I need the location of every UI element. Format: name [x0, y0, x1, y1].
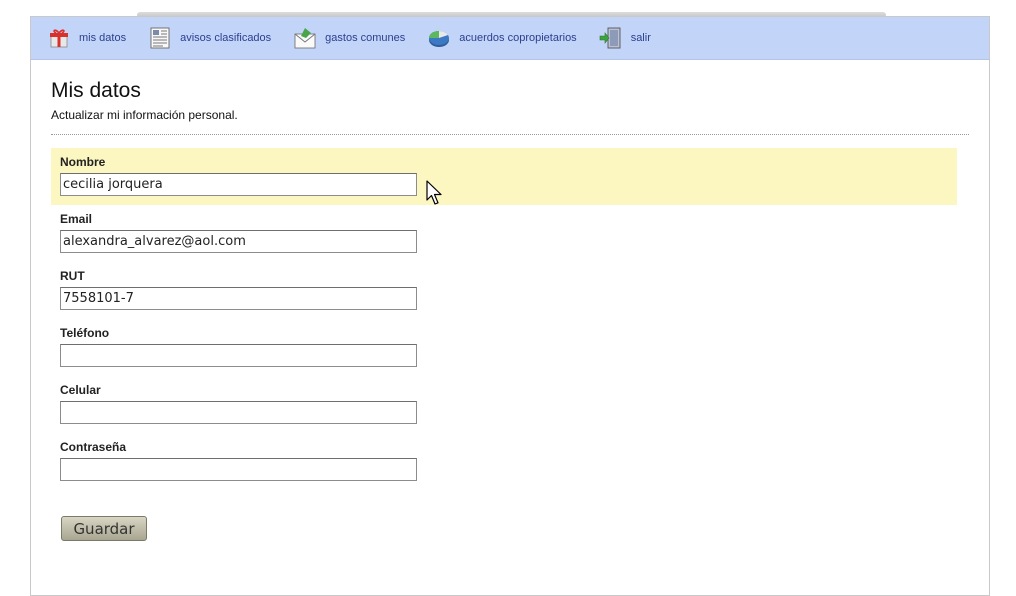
nav-item-avisos-clasificados[interactable]: avisos clasificados	[148, 26, 271, 50]
profile-form: Nombre Email RUT Teléfono Celular Contra…	[51, 148, 969, 541]
exit-door-icon	[599, 26, 623, 50]
nav-label: avisos clasificados	[180, 32, 272, 44]
celular-label: Celular	[60, 383, 101, 397]
email-input[interactable]	[60, 230, 417, 253]
envelope-icon	[293, 26, 317, 50]
divider	[51, 134, 969, 135]
celular-input[interactable]	[60, 401, 417, 424]
telefono-label: Teléfono	[60, 326, 110, 340]
field-celular: Celular	[51, 376, 957, 433]
save-button[interactable]: Guardar	[61, 516, 147, 541]
rut-input[interactable]	[60, 287, 417, 310]
gift-box-icon	[47, 26, 71, 50]
nav-label: acuerdos copropietarios	[459, 32, 577, 44]
contrasena-input[interactable]	[60, 458, 417, 481]
telefono-input[interactable]	[60, 344, 417, 367]
nav-label: gastos comunes	[325, 32, 406, 44]
nav-label: salir	[630, 32, 651, 44]
newspaper-icon	[148, 26, 172, 50]
nav-item-gastos-comunes[interactable]: gastos comunes	[293, 26, 405, 50]
nav-item-acuerdos-copropietarios[interactable]: acuerdos copropietarios	[427, 26, 577, 50]
nombre-input[interactable]	[60, 173, 417, 196]
field-nombre: Nombre	[51, 148, 957, 205]
field-rut: RUT	[51, 262, 957, 319]
navbar: mis datos avisos clasificados gastos com…	[31, 17, 989, 60]
page-container: mis datos avisos clasificados gastos com…	[30, 16, 990, 596]
main-content: Mis datos Actualizar mi información pers…	[31, 60, 989, 541]
contrasena-label: Contraseña	[60, 440, 127, 454]
rut-label: RUT	[60, 269, 85, 283]
page-subtitle: Actualizar mi información personal.	[51, 108, 238, 122]
nav-label: mis datos	[79, 32, 127, 44]
field-telefono: Teléfono	[51, 319, 957, 376]
nombre-label: Nombre	[60, 155, 106, 169]
pie-chart-icon	[427, 26, 451, 50]
nav-item-salir[interactable]: salir	[599, 26, 651, 50]
mouse-cursor-icon	[426, 180, 442, 205]
field-email: Email	[51, 205, 957, 262]
email-label: Email	[60, 212, 93, 226]
field-contrasena: Contraseña	[51, 433, 957, 490]
nav-item-mis-datos[interactable]: mis datos	[47, 26, 126, 50]
page-title: Mis datos	[51, 79, 141, 102]
